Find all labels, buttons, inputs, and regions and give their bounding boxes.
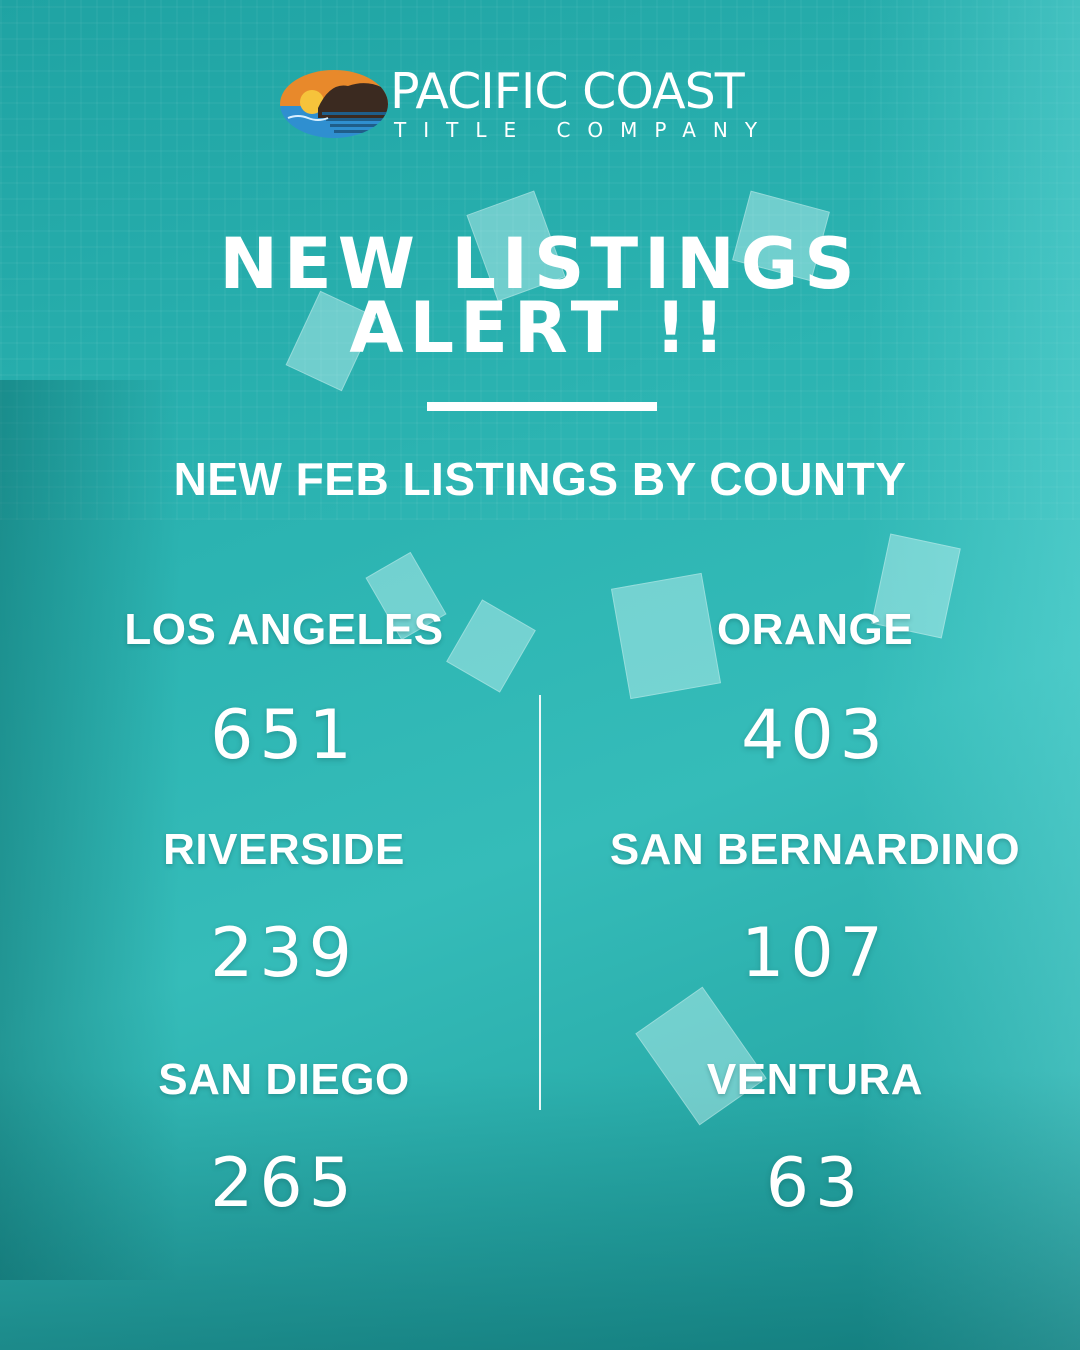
county-stat-riverside: RIVERSIDE 239 (14, 824, 554, 994)
county-listing-count: 107 (741, 914, 889, 993)
county-name: ORANGE (716, 605, 914, 654)
county-name: VENTURA (706, 1055, 924, 1104)
brand-tagline: TITLE COMPANY (394, 118, 775, 142)
brand-name: PACIFIC COAST (390, 63, 745, 120)
county-name: SAN DIEGO (158, 1055, 410, 1104)
headline-line-2: ALERT !! (349, 287, 731, 369)
sunset-coast-logo-icon (280, 70, 388, 138)
county-stat-san-bernardino: SAN BERNARDINO 107 (545, 824, 1080, 994)
county-listing-count: 403 (741, 696, 889, 775)
promo-poster: PACIFIC COAST TITLE COMPANY NEW LISTINGS… (0, 0, 1080, 1350)
county-stat-ventura: VENTURA 63 (545, 1054, 1080, 1224)
county-stat-orange: ORANGE 403 (545, 604, 1080, 775)
county-listing-count: 239 (210, 914, 358, 993)
county-listing-count: 265 (210, 1144, 358, 1223)
county-listing-count: 651 (210, 696, 358, 775)
county-listing-count: 63 (765, 1144, 865, 1223)
county-name: RIVERSIDE (163, 825, 405, 874)
subheading: NEW FEB LISTINGS BY COUNTY (173, 453, 907, 505)
county-stat-los-angeles: LOS ANGELES 651 (14, 604, 554, 775)
county-name: SAN BERNARDINO (609, 825, 1021, 874)
headline-divider (427, 402, 657, 411)
company-logo: PACIFIC COAST TITLE COMPANY (278, 62, 808, 152)
county-name: LOS ANGELES (124, 605, 444, 654)
county-stat-san-diego: SAN DIEGO 265 (14, 1054, 554, 1224)
headline: NEW LISTINGS ALERT !! (0, 229, 1080, 369)
